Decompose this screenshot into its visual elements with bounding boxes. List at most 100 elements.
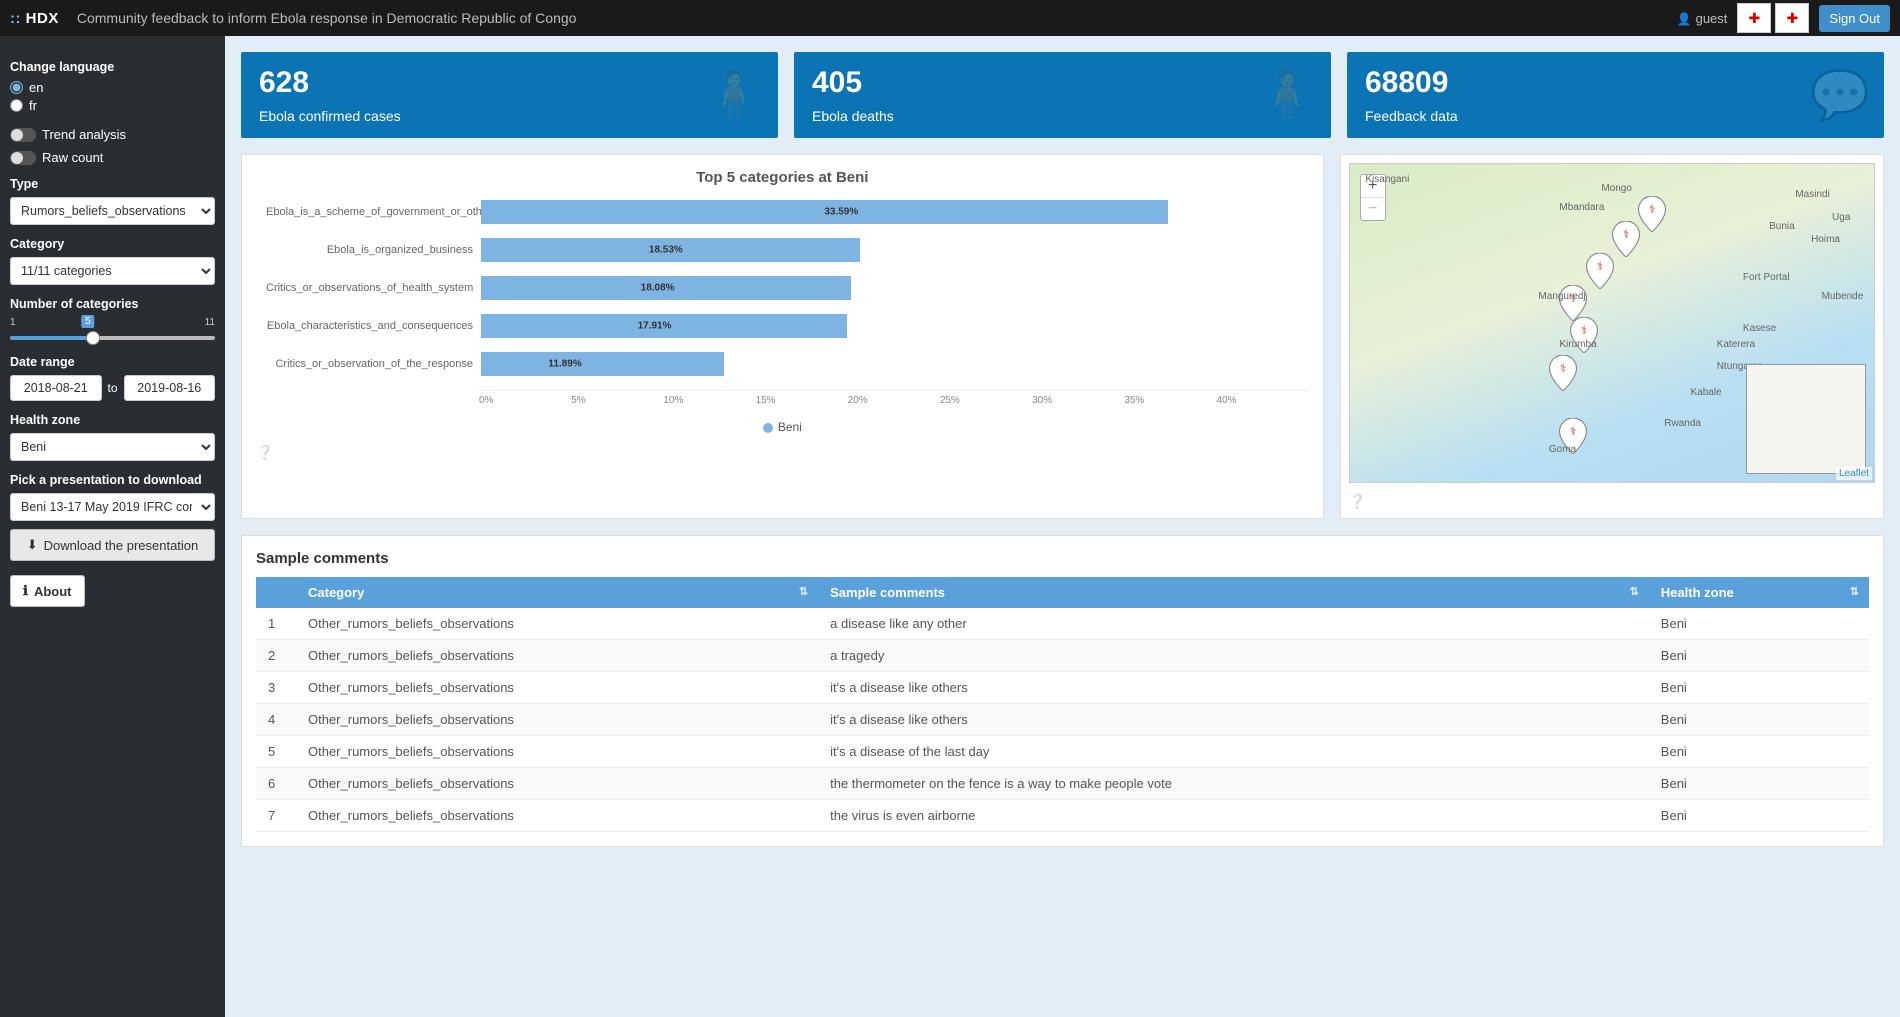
svg-text:⚕: ⚕ (1649, 204, 1655, 216)
table-cell: 4 (256, 704, 296, 736)
axis-tick: 15% (756, 395, 848, 406)
date-to-input[interactable] (124, 375, 216, 401)
map-marker[interactable]: ⚕ (1586, 253, 1614, 289)
category-select[interactable]: 11/11 categories (10, 257, 215, 285)
table-row[interactable]: 3Other_rumors_beliefs_observationsit's a… (256, 672, 1869, 704)
table-row[interactable]: 6Other_rumors_beliefs_observationsthe th… (256, 768, 1869, 800)
lang-fr-radio[interactable]: fr (10, 98, 215, 113)
table-cell: it's a disease of the last day (818, 736, 1649, 768)
user-label: guest (1677, 11, 1728, 26)
table-cell: 3 (256, 672, 296, 704)
stat-card: 405Ebola deaths🧍 (794, 52, 1331, 138)
numcat-slider[interactable] (10, 336, 215, 340)
stat-number: 628 (259, 66, 760, 100)
comments-title: Sample comments (256, 550, 1869, 567)
chart-panel: Top 5 categories at Beni Ebola_is_a_sche… (241, 154, 1324, 519)
map-marker[interactable]: ⚕ (1612, 221, 1640, 257)
map[interactable]: + − ⚕⚕⚕⚕⚕⚕⚕ RwandaUgaKisanganiNtungamoKa… (1349, 163, 1875, 483)
table-cell: 1 (256, 608, 296, 640)
map-marker[interactable]: ⚕ (1549, 355, 1577, 391)
map-label: Goma (1549, 444, 1576, 455)
type-select[interactable]: Rumors_beliefs_observations (10, 197, 215, 225)
table-row[interactable]: 7Other_rumors_beliefs_observationsthe vi… (256, 800, 1869, 832)
healthzone-label: Health zone (10, 413, 215, 427)
trend-toggle[interactable] (10, 128, 36, 142)
bar[interactable]: 33.59% (481, 200, 1168, 224)
about-button[interactable]: ℹ About (10, 575, 85, 607)
table-cell: Beni (1649, 672, 1869, 704)
map-panel: + − ⚕⚕⚕⚕⚕⚕⚕ RwandaUgaKisanganiNtungamoKa… (1340, 154, 1884, 519)
bar-value: 11.89% (548, 359, 581, 370)
bar-category-label: Critics_or_observation_of_the_response (266, 358, 481, 370)
axis-tick: 10% (663, 395, 755, 406)
table-cell: the thermometer on the fence is a way to… (818, 768, 1649, 800)
map-marker[interactable]: ⚕ (1638, 196, 1666, 232)
bar[interactable]: 11.89% (481, 352, 724, 376)
table-cell: the virus is even airborne (818, 800, 1649, 832)
bar-category-label: Ebola_is_a_scheme_of_government_or_other… (266, 206, 481, 218)
table-header[interactable]: Sample comments (818, 577, 1649, 608)
table-cell: Beni (1649, 768, 1869, 800)
download-button[interactable]: ⬇ Download the presentation (10, 529, 215, 561)
map-label: Rwanda (1664, 418, 1701, 429)
map-label: Mongo (1601, 183, 1632, 194)
chart-legend: Beni (256, 420, 1309, 434)
map-attribution[interactable]: Leaflet (1836, 467, 1872, 480)
date-from-input[interactable] (10, 375, 102, 401)
healthzone-select[interactable]: Beni (10, 433, 215, 461)
stat-label: Ebola deaths (812, 108, 1313, 124)
table-cell: Beni (1649, 640, 1869, 672)
trend-label: Trend analysis (42, 127, 126, 142)
bar-row: Critics_or_observations_of_health_system… (266, 276, 1299, 300)
bar-row: Critics_or_observation_of_the_response 11… (266, 352, 1299, 376)
table-cell: Other_rumors_beliefs_observations (296, 608, 818, 640)
bar[interactable]: 18.08% (481, 276, 851, 300)
map-label: Masindi (1795, 189, 1829, 200)
slider-value: 5 (81, 315, 95, 328)
minimap[interactable] (1746, 364, 1866, 474)
zoom-out-button[interactable]: − (1361, 198, 1385, 220)
table-cell: Beni (1649, 704, 1869, 736)
chart-title: Top 5 categories at Beni (256, 169, 1309, 186)
table-cell: it's a disease like others (818, 704, 1649, 736)
svg-text:⚕: ⚕ (1623, 229, 1629, 241)
table-row[interactable]: 2Other_rumors_beliefs_observationsa trag… (256, 640, 1869, 672)
table-cell: Beni (1649, 800, 1869, 832)
numcat-label: Number of categories (10, 297, 215, 311)
table-cell: Beni (1649, 736, 1869, 768)
ifrc-logo-icon: ✚ (1737, 3, 1771, 33)
logo: :: HDX (10, 10, 59, 27)
presentation-select[interactable]: Beni 13-17 May 2019 IFRC community fe (10, 493, 215, 521)
table-header[interactable]: Category (296, 577, 818, 608)
table-header[interactable]: Health zone (1649, 577, 1869, 608)
table-row[interactable]: 4Other_rumors_beliefs_observationsit's a… (256, 704, 1869, 736)
table-cell: Other_rumors_beliefs_observations (296, 800, 818, 832)
table-cell: 7 (256, 800, 296, 832)
sidebar: Change language en fr Trend analysis Raw… (0, 36, 225, 1017)
bar-category-label: Critics_or_observations_of_health_system (266, 282, 481, 294)
comments-panel: Sample comments CategorySample commentsH… (241, 535, 1884, 847)
stat-icon: 💬 (1810, 67, 1870, 124)
stat-card: 68809Feedback data💬 (1347, 52, 1884, 138)
help-icon[interactable]: ❔ (256, 444, 1309, 461)
page-title: Community feedback to inform Ebola respo… (77, 10, 1677, 26)
bar-value: 17.91% (638, 321, 672, 332)
bar[interactable]: 18.53% (481, 238, 860, 262)
raw-toggle[interactable] (10, 151, 36, 165)
table-row[interactable]: 5Other_rumors_beliefs_observationsit's a… (256, 736, 1869, 768)
legend-dot-icon (763, 423, 773, 433)
help-icon[interactable]: ❔ (1349, 493, 1875, 510)
topbar: :: HDX Community feedback to inform Ebol… (0, 0, 1900, 36)
table-cell: Other_rumors_beliefs_observations (296, 640, 818, 672)
bar-value: 33.59% (824, 207, 858, 218)
table-row[interactable]: 1Other_rumors_beliefs_observationsa dise… (256, 608, 1869, 640)
signout-button[interactable]: Sign Out (1819, 5, 1890, 32)
table-header (256, 577, 296, 608)
axis-tick: 30% (1032, 395, 1124, 406)
stat-card: 628Ebola confirmed cases🧍 (241, 52, 778, 138)
svg-text:⚕: ⚕ (1560, 363, 1566, 375)
table-cell: 5 (256, 736, 296, 768)
svg-text:⚕: ⚕ (1581, 325, 1587, 337)
lang-en-radio[interactable]: en (10, 80, 215, 95)
bar[interactable]: 17.91% (481, 314, 847, 338)
